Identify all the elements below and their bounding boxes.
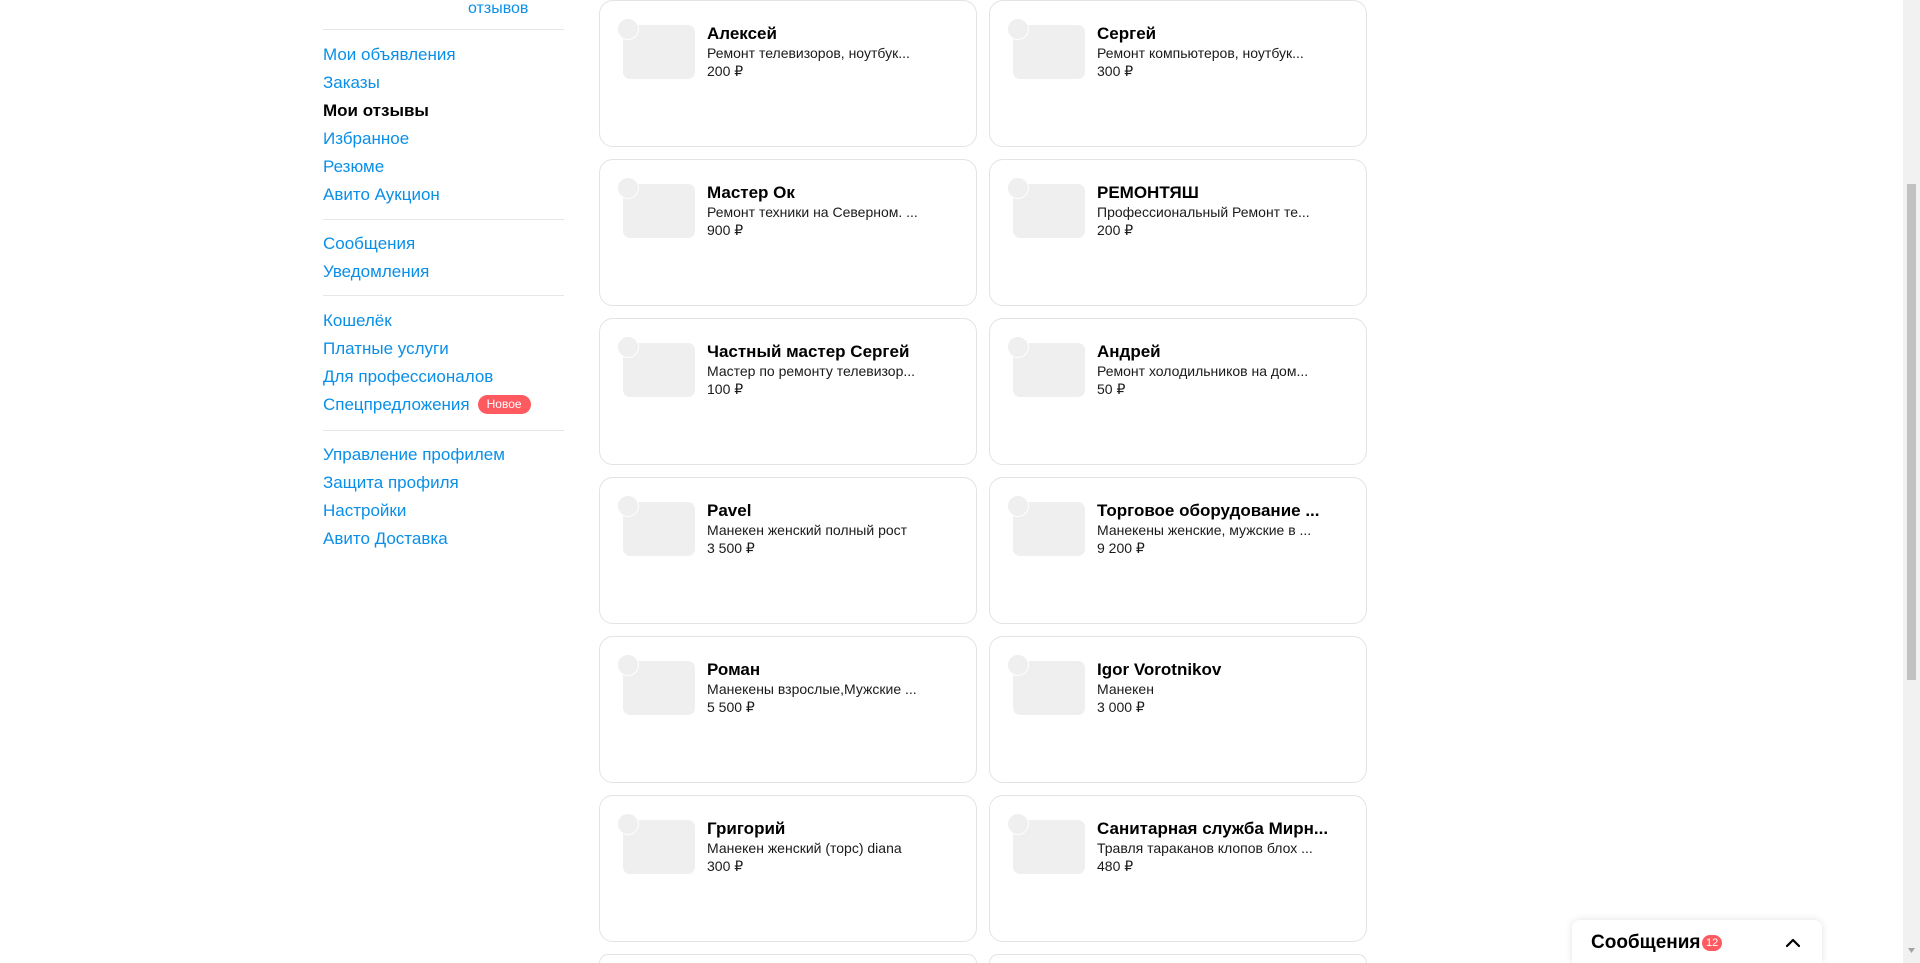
sidebar-item-label: Спецпредложения: [323, 395, 470, 414]
listing-title: Профессиональный Ремонт те...: [1097, 204, 1310, 220]
sidebar-item-notifications[interactable]: Уведомления: [323, 258, 564, 286]
seller-name: Сергей: [1097, 24, 1157, 43]
listing-card[interactable]: РЕМОНТЯШ Профессиональный Ремонт те... 2…: [989, 159, 1367, 306]
seller-avatar: [1007, 813, 1029, 835]
sidebar-item-settings[interactable]: Настройки: [323, 497, 564, 525]
seller-name: Igor Vorotnikov: [1097, 660, 1222, 679]
sidebar-item-wallet[interactable]: Кошелёк: [323, 307, 564, 335]
listing-price: 9 200 ₽: [1097, 540, 1145, 556]
sidebar-item-profile-protection[interactable]: Защита профиля: [323, 469, 564, 497]
listing-price: 5 500 ₽: [707, 699, 755, 715]
seller-avatar: [1007, 177, 1029, 199]
sidebar-item-special-offers[interactable]: Спецпредложения Новое: [323, 391, 564, 419]
listing-price: 100 ₽: [707, 381, 744, 397]
listing-title: Манекены взрослые,Мужские ...: [707, 681, 917, 697]
seller-avatar: [1007, 495, 1029, 517]
seller-avatar: [617, 18, 639, 40]
seller-name: РЕМОНТЯШ: [1097, 183, 1199, 202]
listing-price: 300 ₽: [1097, 63, 1134, 79]
sidebar-item-delivery[interactable]: Авито Доставка: [323, 525, 564, 553]
seller-avatar: [617, 336, 639, 358]
seller-name: Торговое оборудование ...: [1097, 501, 1320, 520]
listing-card[interactable]: Торговое оборудование ... Манекены женск…: [989, 477, 1367, 624]
listing-card[interactable]: Pavel Манекен женский полный рост 3 500 …: [599, 477, 977, 624]
sidebar-item-for-professionals[interactable]: Для профессионалов: [323, 363, 564, 391]
nav-group-services: Кошелёк Платные услуги Для профессионало…: [323, 307, 564, 419]
sidebar-item-paid-services[interactable]: Платные услуги: [323, 335, 564, 363]
listing-title: Ремонт техники на Северном. ...: [707, 204, 918, 220]
sidebar-item-profile-management[interactable]: Управление профилем: [323, 441, 564, 469]
seller-avatar: [1007, 18, 1029, 40]
listing-title: Ремонт телевизоров, ноутбук...: [707, 45, 910, 61]
listing-card[interactable]: Алексей Ремонт телевизоров, ноутбук... 2…: [599, 0, 977, 147]
seller-avatar: [1007, 654, 1029, 676]
nav-group-profile: Управление профилем Защита профиля Настр…: [323, 441, 564, 553]
divider: [323, 430, 564, 431]
scrollbar-thumb[interactable]: [1907, 184, 1916, 680]
listing-card[interactable]: Григорий Манекен женский (торс) diana 30…: [599, 795, 977, 942]
sidebar-item-favorites[interactable]: Избранное: [323, 125, 564, 153]
seller-name: Алексей: [707, 24, 777, 43]
listing-price: 200 ₽: [1097, 222, 1134, 238]
seller-avatar: [617, 813, 639, 835]
messenger-widget[interactable]: Сообщения 12: [1572, 920, 1822, 963]
sidebar-item-messages[interactable]: Сообщения: [323, 230, 564, 258]
listing-card[interactable]: Роман Манекены взрослые,Мужские ... 5 50…: [599, 636, 977, 783]
listing-card[interactable]: Санитарная служба Мирн... Травля таракан…: [989, 795, 1367, 942]
listing-card-partial[interactable]: [599, 954, 977, 963]
seller-avatar: [617, 495, 639, 517]
listing-price: 50 ₽: [1097, 381, 1126, 397]
listing-title: Травля тараканов клопов блох ...: [1097, 840, 1313, 856]
listing-title: Манекены женские, мужские в ...: [1097, 522, 1312, 538]
listing-price: 900 ₽: [707, 222, 744, 238]
listing-card[interactable]: Мастер Ок Ремонт техники на Северном. ..…: [599, 159, 977, 306]
chevron-up-icon[interactable]: [1786, 936, 1800, 950]
listing-title: Манекен женский полный рост: [707, 522, 908, 538]
listing-price: 3 000 ₽: [1097, 699, 1145, 715]
listing-card[interactable]: Андрей Ремонт холодильников на дом... 50…: [989, 318, 1367, 465]
seller-name: Андрей: [1097, 342, 1161, 361]
nav-group-messages: Сообщения Уведомления: [323, 230, 564, 286]
divider: [323, 295, 564, 296]
listing-price: 200 ₽: [707, 63, 744, 79]
seller-name: Санитарная служба Мирн...: [1097, 819, 1329, 838]
listing-title: Манекен женский (торс) diana: [707, 840, 902, 856]
sidebar-item-orders[interactable]: Заказы: [323, 69, 564, 97]
page: отзывов Мои объявления Заказы Мои отзывы…: [0, 0, 1920, 963]
seller-avatar: [617, 654, 639, 676]
unread-count-badge: 12: [1702, 935, 1723, 951]
new-badge: Новое: [477, 395, 531, 414]
listing-title: Ремонт компьютеров, ноутбук...: [1097, 45, 1304, 61]
scroll-down-arrow-icon[interactable]: [1907, 946, 1916, 955]
listing-price: 480 ₽: [1097, 858, 1134, 874]
listing-card[interactable]: Igor Vorotnikov Манекен 3 000 ₽: [989, 636, 1367, 783]
sidebar-item-my-reviews[interactable]: Мои отзывы: [323, 97, 564, 125]
seller-name: Pavel: [707, 501, 752, 520]
listing-card[interactable]: Частный мастер Сергей Мастер по ремонту …: [599, 318, 977, 465]
sidebar-rating-block: отзывов: [323, 0, 564, 30]
listing-title: Манекен: [1097, 681, 1154, 697]
sidebar-item-auction[interactable]: Авито Аукцион: [323, 181, 564, 209]
reviews-count-link[interactable]: отзывов: [468, 0, 528, 18]
seller-name: Григорий: [707, 819, 786, 838]
seller-name: Мастер Ок: [707, 183, 795, 202]
vertical-scrollbar[interactable]: [1903, 0, 1920, 963]
divider: [323, 219, 564, 220]
nav-group-ads: Мои объявления Заказы Мои отзывы Избранн…: [323, 41, 564, 209]
seller-name: Частный мастер Сергей: [707, 342, 910, 361]
listing-price: 300 ₽: [707, 858, 744, 874]
seller-avatar: [1007, 336, 1029, 358]
messenger-title: Сообщения: [1591, 932, 1701, 953]
listing-price: 3 500 ₽: [707, 540, 755, 556]
seller-avatar: [617, 177, 639, 199]
listing-title: Ремонт холодильников на дом...: [1097, 363, 1309, 379]
listing-card-partial[interactable]: [989, 954, 1367, 963]
sidebar-item-resume[interactable]: Резюме: [323, 153, 564, 181]
listing-card[interactable]: Сергей Ремонт компьютеров, ноутбук... 30…: [989, 0, 1367, 147]
sidebar-item-my-ads[interactable]: Мои объявления: [323, 41, 564, 69]
seller-name: Роман: [707, 660, 761, 679]
listing-title: Мастер по ремонту телевизор...: [707, 363, 916, 379]
